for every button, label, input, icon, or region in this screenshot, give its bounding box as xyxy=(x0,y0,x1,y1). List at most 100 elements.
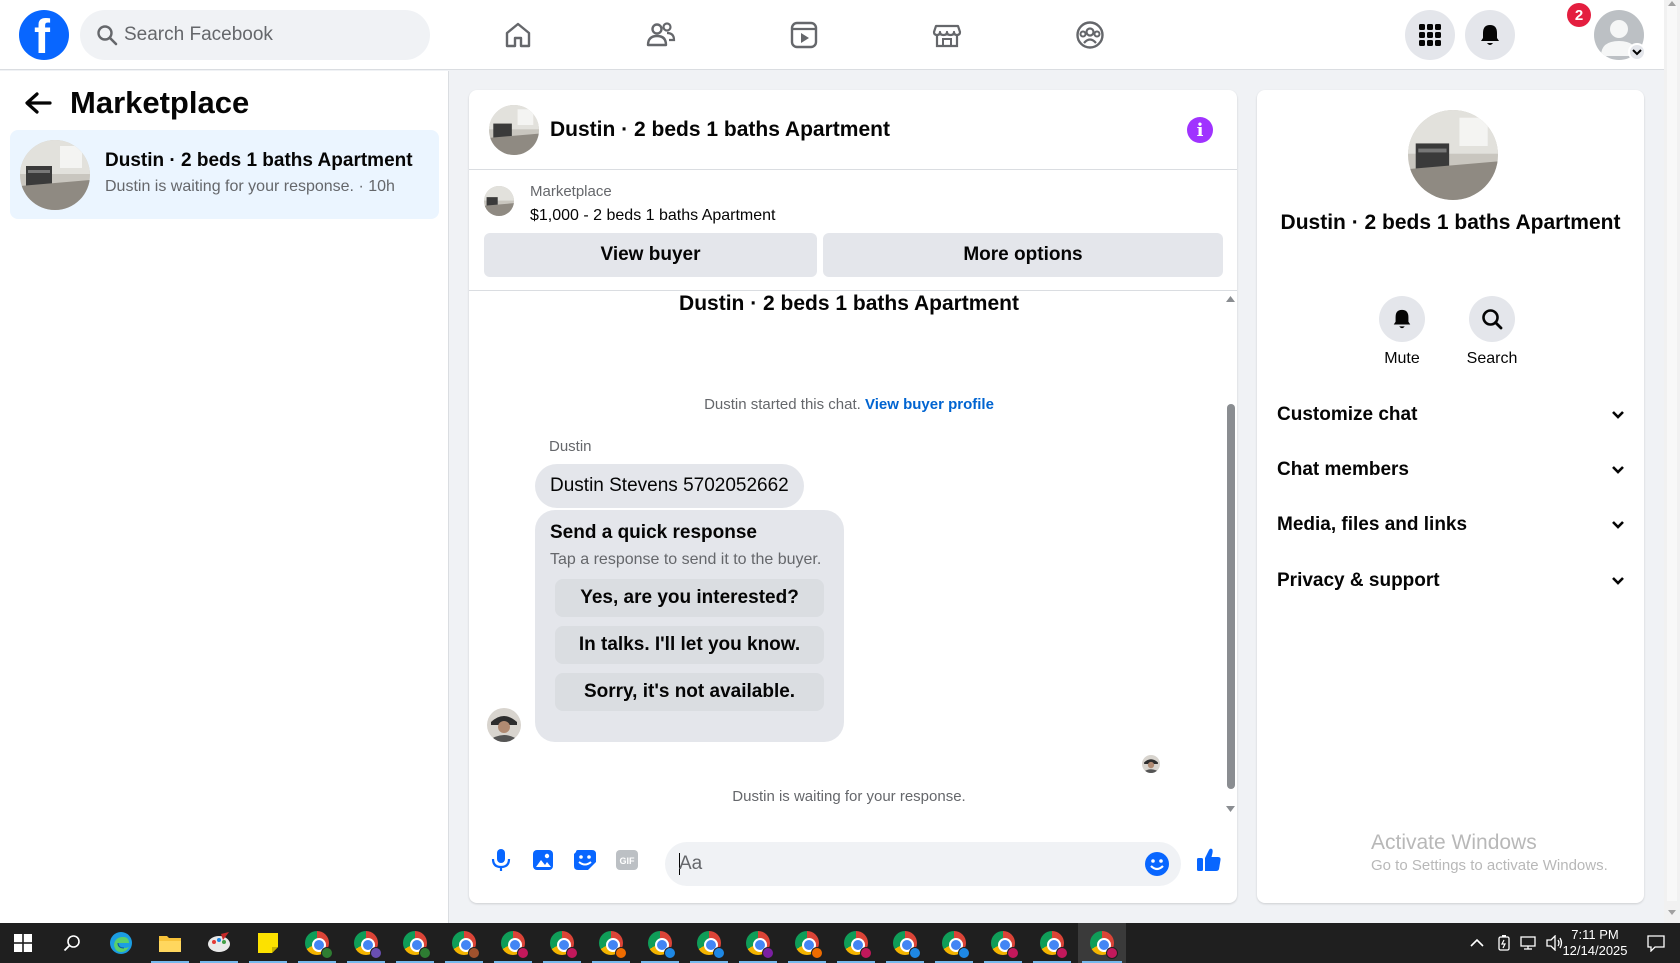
chat-header-thumbnail[interactable] xyxy=(489,105,539,155)
more-options-button[interactable]: More options xyxy=(823,233,1223,277)
section-media-files-links[interactable]: Media, files and links xyxy=(1277,505,1624,545)
taskbar-chrome-window[interactable] xyxy=(343,923,389,963)
search-label: Search xyxy=(1466,350,1518,367)
nav-groups[interactable] xyxy=(1067,12,1113,58)
info-icon[interactable]: i xyxy=(1187,117,1213,143)
thread-scrollbar[interactable] xyxy=(1224,294,1237,814)
taskbar-paint-app[interactable] xyxy=(196,923,242,963)
thread-scrollbar-thumb[interactable] xyxy=(1227,404,1235,789)
page-scrollbar-thumb[interactable] xyxy=(1667,6,1677,901)
taskbar-clock[interactable]: 7:11 PM 12/14/2025 xyxy=(1560,927,1630,959)
mute-action[interactable]: Mute xyxy=(1362,296,1442,368)
facebook-logo[interactable]: f xyxy=(19,10,69,60)
taskbar-chrome-window[interactable] xyxy=(784,923,830,963)
taskbar-chrome-window[interactable] xyxy=(588,923,634,963)
taskbar-chrome-window[interactable] xyxy=(294,923,340,963)
battery-power-icon[interactable] xyxy=(1496,935,1512,951)
gif-button[interactable]: GIF xyxy=(612,845,642,875)
chat-started-text: Dustin started this chat. xyxy=(704,396,861,413)
taskbar-edge[interactable] xyxy=(98,923,144,963)
view-buyer-profile-link[interactable]: View buyer profile xyxy=(865,396,994,413)
section-label: Privacy & support xyxy=(1277,570,1440,591)
scroll-down-arrow-icon[interactable] xyxy=(1226,806,1235,812)
taskbar-chrome-window[interactable] xyxy=(980,923,1026,963)
network-icon[interactable] xyxy=(1520,935,1538,951)
scroll-up-arrow-icon[interactable] xyxy=(1226,296,1235,302)
nav-marketplace[interactable] xyxy=(924,12,970,58)
view-buyer-button[interactable]: View buyer xyxy=(484,233,817,277)
nav-home[interactable] xyxy=(495,12,541,58)
notifications-button[interactable] xyxy=(1465,10,1515,60)
waiting-notice: Dustin is waiting for your response. xyxy=(732,788,966,805)
menu-button[interactable] xyxy=(1405,10,1455,60)
edge-browser-icon xyxy=(110,932,132,954)
taskbar-chrome-window[interactable] xyxy=(882,923,928,963)
search-input[interactable] xyxy=(124,10,414,60)
taskbar-chrome-window[interactable] xyxy=(441,923,487,963)
section-label: Media, files and links xyxy=(1277,514,1468,535)
nav-video[interactable] xyxy=(781,12,827,58)
message-bubble[interactable]: Dustin Stevens 5702052662 xyxy=(535,464,804,508)
scroll-down-arrow-icon[interactable] xyxy=(1668,910,1676,915)
emoji-icon[interactable] xyxy=(1145,852,1169,876)
quick-response-option[interactable]: Sorry, it's not available. xyxy=(555,673,824,711)
windows-taskbar: 7:11 PM 12/14/2025 xyxy=(0,923,1680,963)
chrome-icon xyxy=(844,931,872,959)
conversation-item[interactable]: Dustin · 2 beds 1 baths Apartment Dustin… xyxy=(10,130,439,219)
section-chat-members[interactable]: Chat members xyxy=(1277,450,1624,490)
chrome-profile-icon xyxy=(1106,947,1118,959)
seen-indicator-avatar xyxy=(1142,755,1160,773)
search-icon xyxy=(63,935,80,952)
taskbar-sticky-notes[interactable] xyxy=(245,923,291,963)
taskbar-chrome-window[interactable] xyxy=(637,923,683,963)
attach-photo-button[interactable] xyxy=(528,845,558,875)
quick-response-option[interactable]: In talks. I'll let you know. xyxy=(555,626,824,664)
chevron-down-icon xyxy=(1632,49,1642,56)
voice-clip-button[interactable] xyxy=(486,845,516,875)
chrome-icon xyxy=(795,931,823,959)
section-label: Chat members xyxy=(1277,459,1409,480)
quick-response-option[interactable]: Yes, are you interested? xyxy=(555,579,824,617)
message-input[interactable] xyxy=(679,842,1119,886)
taskbar-chrome-window[interactable] xyxy=(735,923,781,963)
page-scrollbar[interactable] xyxy=(1664,0,1680,923)
start-button[interactable] xyxy=(0,923,46,963)
send-like-button[interactable] xyxy=(1194,845,1224,875)
section-privacy-support[interactable]: Privacy & support xyxy=(1277,561,1624,601)
sticker-button[interactable] xyxy=(570,845,600,875)
mute-button[interactable] xyxy=(1379,296,1425,342)
taskbar-chrome-window[interactable] xyxy=(833,923,879,963)
back-arrow-icon[interactable] xyxy=(24,91,52,115)
taskbar-chrome-window-active[interactable] xyxy=(1078,923,1126,963)
taskbar-chrome-window[interactable] xyxy=(686,923,732,963)
search-icon xyxy=(1482,309,1503,330)
search-action[interactable]: Search xyxy=(1452,296,1532,368)
taskbar-chrome-window[interactable] xyxy=(1029,923,1075,963)
search-box[interactable] xyxy=(80,10,430,60)
grid-menu-icon xyxy=(1419,24,1441,46)
chat-header-title[interactable]: Dustin · 2 beds 1 baths Apartment xyxy=(550,118,890,142)
message-input-container[interactable] xyxy=(665,842,1181,886)
chrome-icon xyxy=(746,931,774,959)
section-customize-chat[interactable]: Customize chat xyxy=(1277,395,1624,435)
chrome-icon xyxy=(354,931,382,959)
taskbar-chrome-window[interactable] xyxy=(931,923,977,963)
action-center-button[interactable] xyxy=(1632,923,1680,963)
sender-avatar[interactable] xyxy=(487,708,521,742)
taskbar-chrome-window[interactable] xyxy=(392,923,438,963)
sticky-notes-icon xyxy=(258,933,278,953)
account-menu-chevron[interactable] xyxy=(1628,43,1646,61)
taskbar-chrome-window[interactable] xyxy=(539,923,585,963)
paint-palette-icon xyxy=(208,932,230,952)
thread-title: Dustin · 2 beds 1 baths Apartment xyxy=(679,292,1019,315)
chevron-up-icon[interactable] xyxy=(1470,938,1484,948)
search-in-chat-button[interactable] xyxy=(1469,296,1515,342)
taskbar-file-explorer[interactable] xyxy=(147,923,193,963)
system-tray xyxy=(1470,923,1564,963)
taskbar-chrome-window[interactable] xyxy=(490,923,536,963)
nav-friends[interactable] xyxy=(638,12,684,58)
chrome-profile-icon xyxy=(664,947,676,959)
taskbar-search-button[interactable] xyxy=(49,923,95,963)
quick-response-subtitle: Tap a response to send it to the buyer. xyxy=(550,551,822,568)
details-thumbnail[interactable] xyxy=(1408,110,1498,200)
